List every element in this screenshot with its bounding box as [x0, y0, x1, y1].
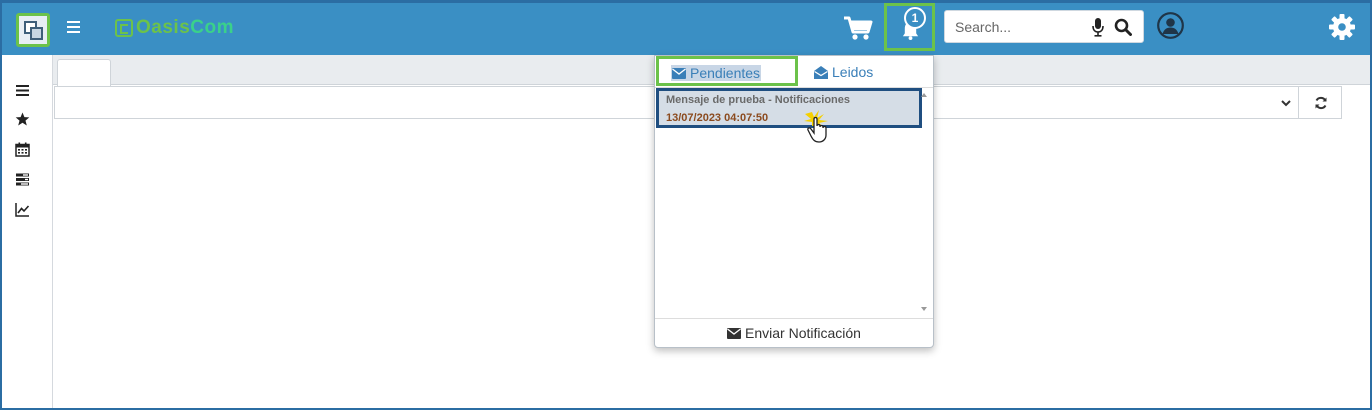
scroll-down-arrow-icon[interactable] — [921, 307, 927, 311]
notification-tabs: Pendientes Leidos — [655, 56, 933, 88]
shopping-cart-icon[interactable] — [843, 15, 873, 41]
user-avatar-icon[interactable] — [1157, 12, 1184, 39]
hand-pointer-cursor-icon — [804, 110, 828, 143]
tab-leidos[interactable]: Leidos — [814, 64, 873, 80]
envelope-icon — [727, 327, 742, 339]
logo-mark-icon — [115, 19, 133, 37]
tab-pendientes[interactable]: Pendientes — [656, 56, 798, 86]
scroll-up-arrow-icon[interactable] — [921, 93, 927, 97]
window-icon-front — [30, 27, 43, 40]
chevron-down-icon — [1281, 100, 1291, 107]
search-icon[interactable] — [1114, 18, 1132, 36]
oasiscom-logo[interactable]: OasisCom — [115, 17, 234, 39]
notification-date: 13/07/2023 04:07:50 — [666, 112, 769, 124]
line-chart-icon[interactable] — [15, 202, 30, 217]
gear-icon[interactable] — [1328, 13, 1356, 41]
refresh-icon — [1315, 96, 1327, 110]
notifications-dropdown: Pendientes Leidos Mensaje de prueba - No… — [654, 55, 934, 348]
notification-scrollbar[interactable] — [917, 89, 933, 317]
calendar-icon[interactable] — [15, 142, 30, 157]
envelope-icon — [672, 67, 686, 79]
star-icon[interactable] — [15, 112, 30, 127]
search-box — [944, 10, 1144, 43]
envelope-open-icon — [814, 65, 828, 79]
tab-blank[interactable] — [57, 59, 111, 86]
tab-pendientes-label: Pendientes — [690, 65, 761, 81]
hamburger-menu-icon[interactable] — [67, 21, 80, 34]
top-navbar: OasisCom 1 — [0, 0, 1372, 55]
tasks-icon[interactable] — [15, 172, 30, 187]
notifications-button[interactable]: 1 — [884, 3, 935, 51]
notification-title: Mensaje de prueba - Notificaciones — [666, 94, 850, 106]
send-notification-label: Enviar Notificación — [745, 325, 861, 341]
left-sidebar — [0, 55, 53, 410]
list-icon[interactable] — [15, 83, 30, 98]
refresh-button[interactable] — [1298, 86, 1342, 119]
tab-leidos-label: Leidos — [832, 64, 874, 80]
search-input[interactable] — [955, 17, 1087, 37]
notification-count-badge: 1 — [904, 7, 926, 29]
send-notification-button[interactable]: Enviar Notificación — [655, 318, 933, 347]
notification-item[interactable]: Mensaje de prueba - Notificaciones 13/07… — [656, 88, 922, 143]
notification-list: Mensaje de prueba - Notificaciones 13/07… — [655, 88, 922, 318]
microphone-icon[interactable] — [1092, 18, 1104, 37]
app-switcher-button[interactable] — [16, 13, 50, 47]
logo-wordmark: OasisCom — [136, 17, 234, 38]
